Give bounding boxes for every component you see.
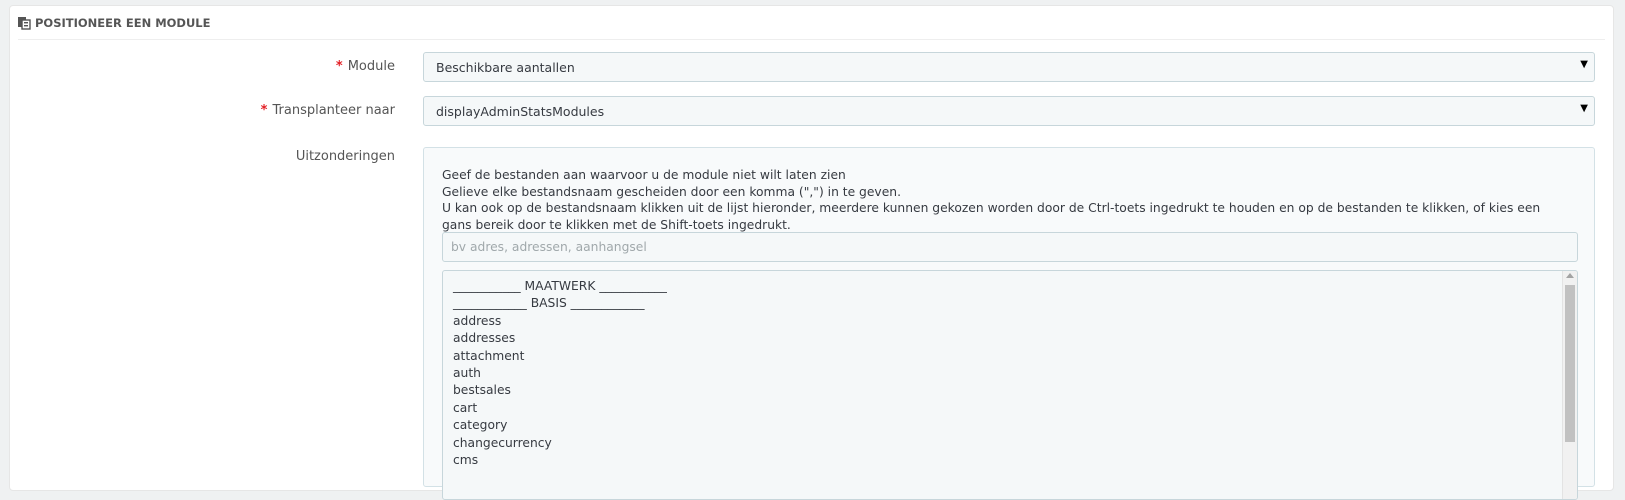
required-mark: * bbox=[335, 59, 343, 74]
module-select-value: Beschikbare aantallen bbox=[436, 59, 575, 75]
module-icon bbox=[17, 16, 31, 30]
required-mark: * bbox=[260, 103, 268, 118]
module-label-text: Module bbox=[347, 59, 395, 74]
help-line: Geef de bestanden aan waarvoor u de modu… bbox=[442, 168, 846, 182]
list-item[interactable]: cart bbox=[453, 400, 667, 417]
list-item[interactable]: auth bbox=[453, 365, 667, 382]
listbox-scrollbar[interactable] bbox=[1562, 271, 1577, 499]
list-item[interactable]: address bbox=[453, 313, 667, 330]
help-line: U kan ook op de bestandsnaam klikken uit… bbox=[442, 201, 1541, 232]
scroll-up-icon[interactable] bbox=[1566, 273, 1574, 278]
list-item[interactable]: ___________ MAATWERK ___________ bbox=[453, 278, 667, 295]
panel-heading: POSITIONEER EEN MODULE bbox=[18, 6, 1605, 40]
list-item[interactable]: cms bbox=[453, 452, 667, 469]
chevron-down-icon: ▼ bbox=[1580, 59, 1588, 70]
transplant-select-value: displayAdminStatsModules bbox=[436, 103, 605, 119]
panel-title: POSITIONEER EEN MODULE bbox=[35, 15, 211, 30]
list-item[interactable]: category bbox=[453, 417, 667, 434]
exceptions-box: Geef de bestanden aan waarvoor u de modu… bbox=[423, 147, 1595, 500]
transplant-select[interactable]: displayAdminStatsModules ▼ bbox=[423, 96, 1595, 126]
list-item[interactable]: changecurrency bbox=[453, 435, 667, 452]
transplant-label: * Transplanteer naar bbox=[261, 103, 395, 118]
module-label: * Module bbox=[336, 59, 395, 74]
transplant-label-text: Transplanteer naar bbox=[272, 103, 395, 118]
module-select[interactable]: Beschikbare aantallen ▼ bbox=[423, 52, 1595, 82]
list-item[interactable]: attachment bbox=[453, 348, 667, 365]
chevron-down-icon: ▼ bbox=[1580, 103, 1588, 114]
list-item[interactable]: ____________ BASIS ____________ bbox=[453, 295, 667, 312]
exceptions-help: Geef de bestanden aan waarvoor u de modu… bbox=[442, 167, 1552, 233]
exceptions-input[interactable] bbox=[442, 232, 1578, 262]
help-line: Gelieve elke bestandsnaam gescheiden doo… bbox=[442, 184, 901, 199]
exceptions-label: Uitzonderingen bbox=[295, 149, 395, 164]
list-item[interactable]: bestsales bbox=[453, 382, 667, 399]
exceptions-listbox[interactable]: ___________ MAATWERK ___________ _______… bbox=[442, 270, 1578, 500]
exceptions-list: ___________ MAATWERK ___________ _______… bbox=[453, 278, 667, 469]
module-position-panel: POSITIONEER EEN MODULE * Module Beschikba… bbox=[9, 5, 1614, 500]
scroll-thumb[interactable] bbox=[1565, 285, 1575, 442]
list-item[interactable]: addresses bbox=[453, 330, 667, 347]
